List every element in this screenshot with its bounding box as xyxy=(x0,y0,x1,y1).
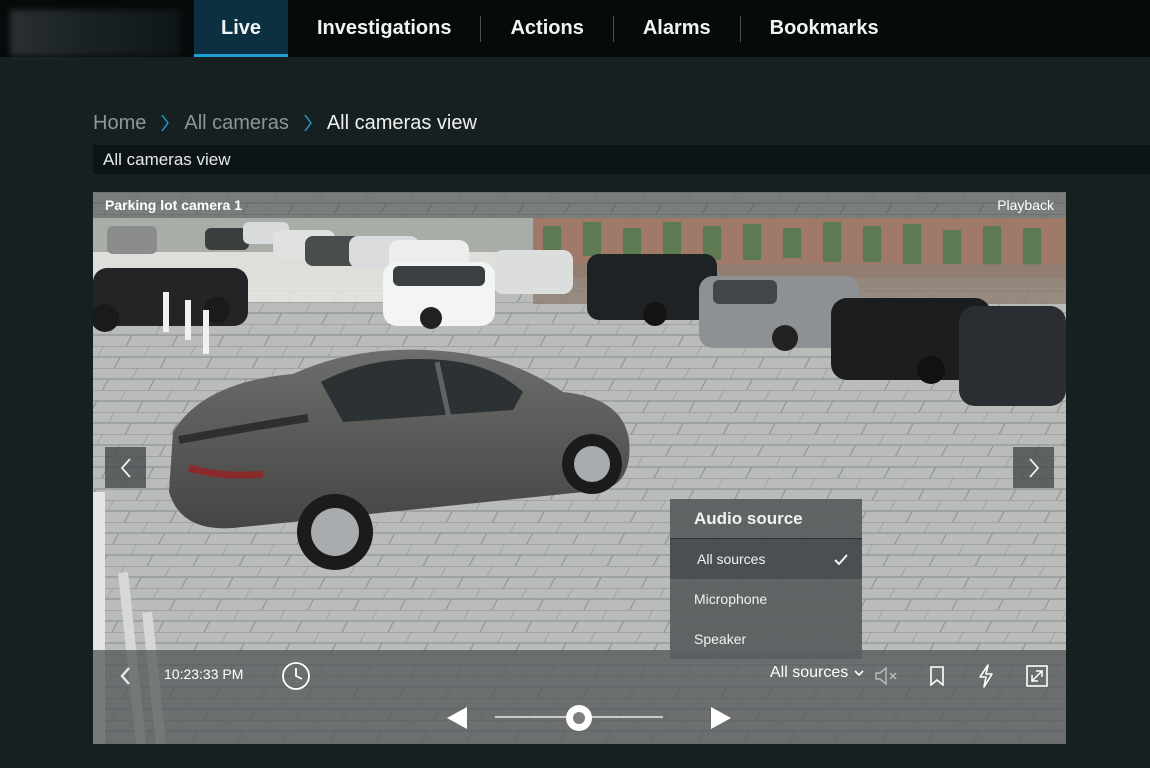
breadcrumb-all-cameras[interactable]: All cameras xyxy=(184,112,288,135)
time-picker-button[interactable] xyxy=(279,659,313,693)
audio-option-label: Speaker xyxy=(694,631,747,647)
step-forward-button[interactable] xyxy=(707,704,735,732)
tab-bookmarks[interactable]: Bookmarks xyxy=(741,0,908,57)
next-camera-button[interactable] xyxy=(1013,447,1054,488)
timeline-thumb[interactable] xyxy=(566,705,592,731)
mute-button[interactable] xyxy=(873,662,901,690)
clock-icon xyxy=(282,662,310,690)
lightning-icon xyxy=(979,664,993,688)
timestamp: 10:23:33 PM xyxy=(164,666,244,682)
chevron-left-icon xyxy=(120,667,130,685)
top-navigation-bar: Live Investigations Actions Alarms Bookm… xyxy=(0,0,1150,57)
speaker-muted-icon xyxy=(875,666,897,686)
audio-source-menu: Audio source All sources Microphone Spea… xyxy=(670,499,862,659)
chevron-right-icon xyxy=(1028,457,1039,478)
audio-option-label: All sources xyxy=(697,551,766,567)
checkmark-icon xyxy=(834,553,848,565)
audio-option-microphone[interactable]: Microphone xyxy=(670,579,862,619)
breadcrumb-current: All cameras view xyxy=(326,111,477,134)
tab-investigations[interactable]: Investigations xyxy=(288,0,480,57)
playback-label[interactable]: Playback xyxy=(997,197,1054,213)
audio-menu-title: Audio source xyxy=(670,499,862,539)
audio-source-value: All sources xyxy=(770,664,849,681)
tab-live[interactable]: Live xyxy=(194,0,288,57)
bookmark-button[interactable] xyxy=(924,662,950,690)
audio-source-select[interactable]: All sources xyxy=(770,664,864,682)
trigger-event-button[interactable] xyxy=(973,661,999,691)
maximize-icon xyxy=(1026,665,1048,687)
triangle-right-icon xyxy=(711,707,731,729)
camera-name: Parking lot camera 1 xyxy=(105,197,242,213)
breadcrumb: Home All cameras All cameras view xyxy=(93,109,477,137)
playback-control-bar: 10:23:33 PM All sources xyxy=(93,650,1066,744)
brand-logo xyxy=(10,10,180,56)
camera-tile[interactable]: Parking lot camera 1 Playback 10:23:33 P… xyxy=(93,192,1066,744)
tab-alarms[interactable]: Alarms xyxy=(614,0,740,57)
fullscreen-button[interactable] xyxy=(1023,662,1051,690)
tab-actions[interactable]: Actions xyxy=(481,0,612,57)
audio-option-speaker[interactable]: Speaker xyxy=(670,619,862,659)
chevron-down-icon xyxy=(854,669,864,676)
view-title-bar: All cameras view xyxy=(93,145,1150,174)
back-button[interactable] xyxy=(115,662,135,690)
view-title: All cameras view xyxy=(103,149,231,169)
bookmark-icon xyxy=(930,666,944,686)
audio-option-label: Microphone xyxy=(694,591,768,607)
camera-header: Parking lot camera 1 Playback xyxy=(93,192,1066,218)
triangle-left-icon xyxy=(447,707,467,729)
breadcrumb-home[interactable]: Home xyxy=(93,112,146,135)
chevron-left-icon xyxy=(120,457,131,478)
main-nav-tabs: Live Investigations Actions Alarms Bookm… xyxy=(194,0,908,57)
audio-option-all-sources[interactable]: All sources xyxy=(670,539,862,579)
step-back-button[interactable] xyxy=(443,704,471,732)
previous-camera-button[interactable] xyxy=(105,447,146,488)
chevron-right-icon xyxy=(289,109,327,137)
chevron-right-icon xyxy=(146,109,184,137)
